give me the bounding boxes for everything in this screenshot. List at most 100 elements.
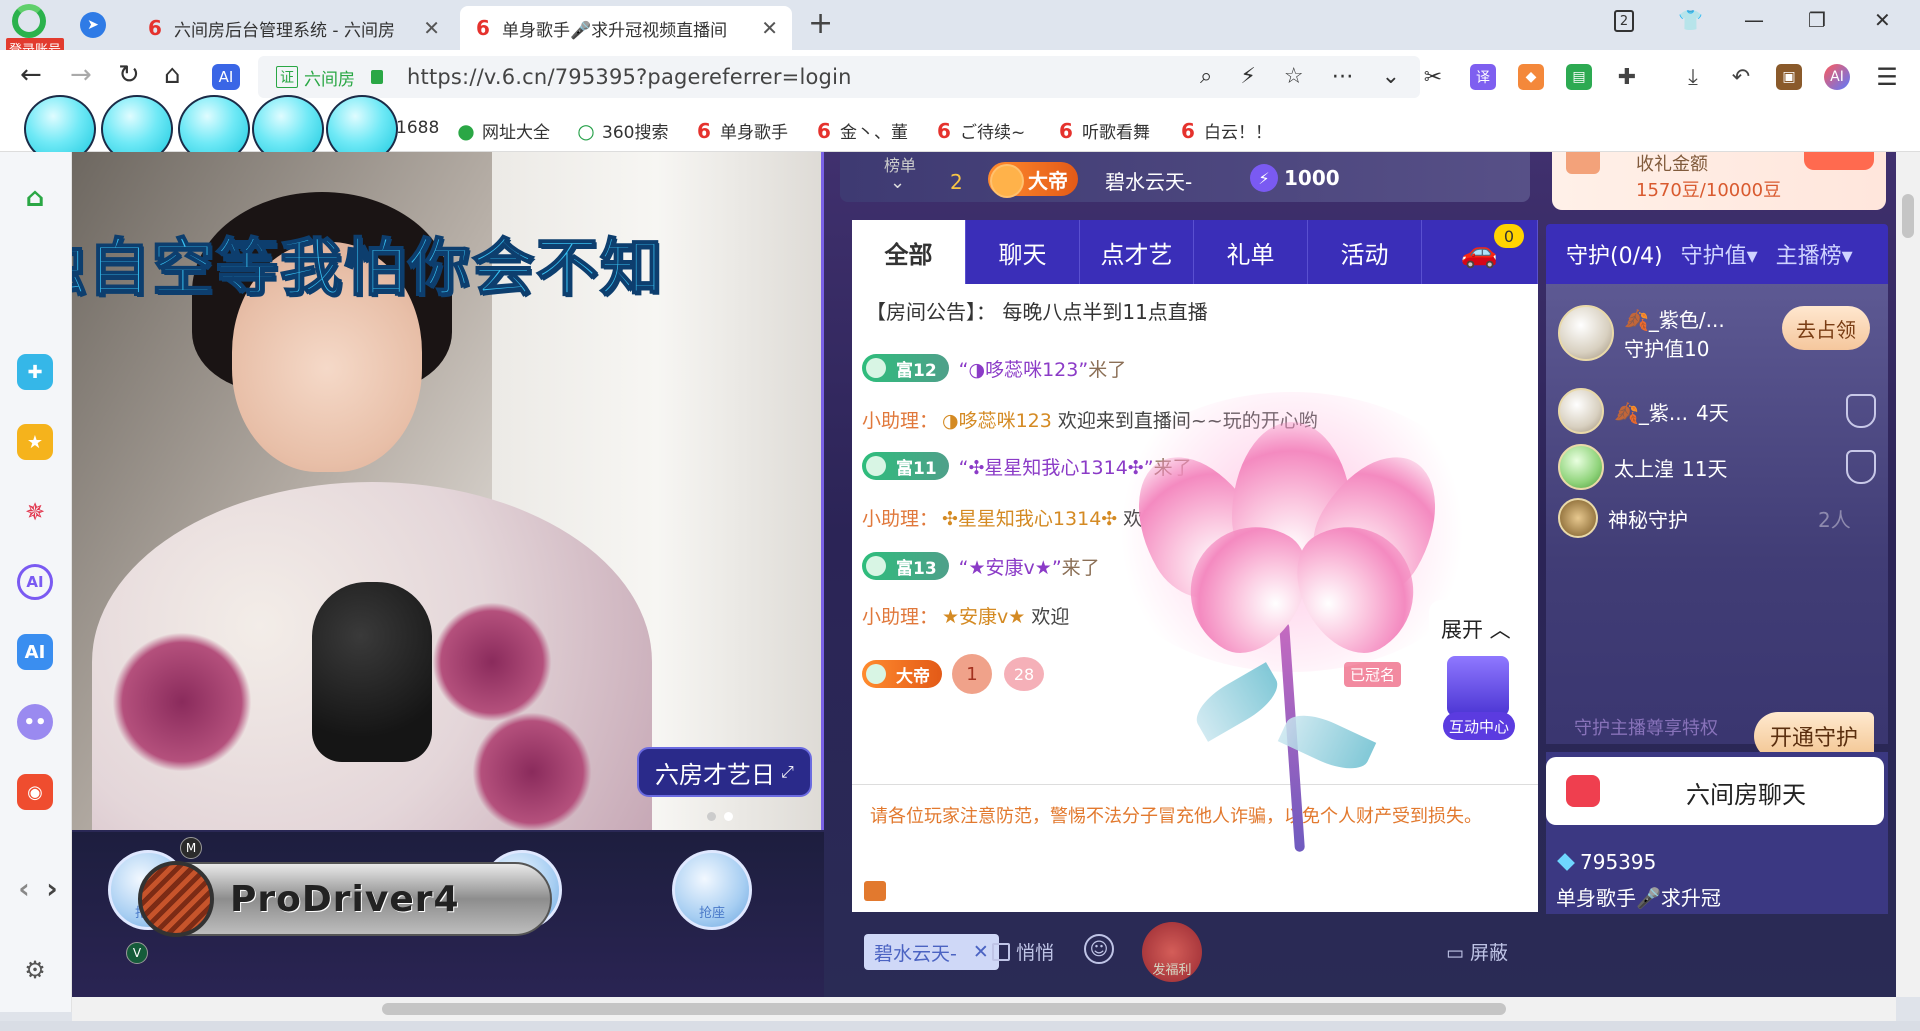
- rank-bar[interactable]: 榜单 ⌄ 2 大帝 碧水云天- ⚡ 1000: [840, 152, 1530, 202]
- tab-guard-value[interactable]: 守护值▾: [1681, 238, 1758, 270]
- ai-ext-icon[interactable]: AI: [1824, 64, 1850, 90]
- ai-square-icon[interactable]: AI: [17, 634, 53, 670]
- forward-button[interactable]: →: [70, 60, 92, 90]
- star-app-icon[interactable]: ★: [17, 424, 53, 460]
- guard-name[interactable]: 🍂_紫色/...: [1624, 304, 1725, 333]
- home-icon[interactable]: ⌂: [17, 180, 53, 216]
- cert-name[interactable]: 六间房: [304, 65, 355, 90]
- emoji-icon[interactable]: ☺: [1084, 934, 1114, 964]
- income-card[interactable]: 收礼金额 1570豆/10000豆: [1552, 152, 1886, 210]
- list-item[interactable]: 小助理： ✣星星知我心1314✣ 欢迎来到直播间~~玩的开心哟: [862, 504, 1383, 531]
- guard-name[interactable]: 太上湟: [1614, 453, 1674, 482]
- video-player[interactable]: 独自空等我怕你会不知 六房才艺日 ⤢: [72, 152, 824, 830]
- extensions-icon[interactable]: ✚: [1614, 64, 1640, 90]
- notes-ext-icon[interactable]: ▤: [1566, 64, 1592, 90]
- list-item[interactable]: 🍂_紫色/... 守护值10: [1558, 304, 1725, 362]
- tab-close-icon[interactable]: ✕: [423, 16, 440, 40]
- home-button[interactable]: ⌂: [164, 60, 181, 90]
- chat-bot-icon[interactable]: ••: [17, 704, 53, 740]
- briefcase-icon[interactable]: ▣: [1776, 64, 1802, 90]
- horizontal-scrollbar[interactable]: [72, 997, 1896, 1021]
- shirt-icon[interactable]: 👕: [1678, 8, 1703, 32]
- vertical-scrollbar[interactable]: [1896, 152, 1920, 997]
- username[interactable]: ◑哆蕊咪123: [942, 406, 1052, 433]
- tab-events[interactable]: 活动: [1308, 220, 1422, 284]
- back-button[interactable]: ←: [20, 60, 42, 90]
- bookmark-item[interactable]: 6 金丶、董: [814, 118, 908, 144]
- bookmark-item[interactable]: 1688: [396, 118, 439, 138]
- list-item[interactable]: 大帝 1 28 已冠名: [862, 654, 1402, 694]
- graph-app-icon[interactable]: ✵: [17, 494, 53, 530]
- avatar[interactable]: [1558, 388, 1604, 434]
- avatar[interactable]: [1558, 444, 1604, 490]
- browser-logo[interactable]: 登录账号: [6, 4, 65, 59]
- undo-icon[interactable]: ↶: [1728, 64, 1754, 90]
- minimize-button[interactable]: —: [1744, 8, 1764, 32]
- telegram-icon[interactable]: ➤: [80, 12, 106, 38]
- bookmark-item[interactable]: ● 网址大全: [456, 118, 550, 144]
- bookmark-item[interactable]: 6 ご待续~: [934, 118, 1025, 144]
- new-tab-button[interactable]: +: [808, 6, 833, 41]
- scissors-icon[interactable]: ✂: [1420, 64, 1446, 90]
- avatar[interactable]: [1558, 305, 1614, 361]
- block-button[interactable]: ▭ 屏蔽: [1446, 938, 1508, 965]
- restore-button[interactable]: ❐: [1808, 8, 1826, 32]
- tab-guard[interactable]: 守护(0/4): [1566, 238, 1663, 270]
- list-item[interactable]: 富13 “★安康v★” 来了: [862, 552, 1100, 580]
- tab-car[interactable]: 🚗 0: [1422, 220, 1538, 284]
- ai-assistant-button[interactable]: AI: [212, 64, 240, 90]
- bookmark-item[interactable]: 6 听歌看舞: [1056, 118, 1150, 144]
- list-item[interactable]: 富12 “◑哆蕊咪123” 米了: [862, 354, 1126, 382]
- zoom-icon[interactable]: ⌕: [1200, 64, 1212, 89]
- chevron-down-icon[interactable]: ⌄: [890, 172, 905, 193]
- list-item[interactable]: 小助理： ◑哆蕊咪123 欢迎来到直播间~~玩的开心哟: [862, 406, 1318, 433]
- list-item[interactable]: 太上湟 11天: [1558, 444, 1727, 490]
- star-icon[interactable]: ☆: [1284, 64, 1304, 89]
- tab-gifts[interactable]: 礼单: [1194, 220, 1308, 284]
- username[interactable]: ★安康v★: [942, 602, 1025, 629]
- more-icon[interactable]: ⋯: [1332, 64, 1354, 89]
- recipient-chip[interactable]: 碧水云天- ✕: [864, 934, 999, 970]
- speaker-icon[interactable]: [864, 881, 886, 901]
- username[interactable]: “◑哆蕊咪123”: [959, 355, 1089, 382]
- tab-chat[interactable]: 聊天: [966, 220, 1080, 284]
- carousel-dot[interactable]: [707, 812, 716, 821]
- seat-slot[interactable]: 抢座: [672, 850, 752, 930]
- tab-all[interactable]: 全部: [852, 220, 966, 284]
- tab-talent[interactable]: 点才艺: [1080, 220, 1194, 284]
- list-item[interactable]: 神秘守护 2人: [1558, 498, 1851, 538]
- guard-name[interactable]: 🍂_紫...: [1614, 397, 1688, 426]
- list-item[interactable]: 🍂_紫... 4天: [1558, 388, 1729, 434]
- bookmark-item[interactable]: ○ 360搜索: [576, 118, 668, 144]
- red-packet-button[interactable]: 发福利: [1142, 922, 1202, 982]
- settings-icon[interactable]: ⚙: [17, 952, 53, 988]
- list-item[interactable]: 小助理： ★安康v★ 欢迎: [862, 602, 1069, 629]
- guard-name[interactable]: 神秘守护: [1608, 504, 1688, 533]
- chevron-down-icon[interactable]: ⌄: [1382, 64, 1400, 89]
- ai-circle-icon[interactable]: AI: [17, 564, 53, 600]
- lock-icon[interactable]: [371, 70, 383, 84]
- menu-icon[interactable]: ☰: [1874, 63, 1900, 91]
- checkbox-icon[interactable]: [992, 942, 1010, 961]
- lightning-icon[interactable]: ⚡: [1240, 64, 1255, 89]
- translate-icon[interactable]: 译: [1470, 64, 1496, 90]
- six-chat-button[interactable]: 六间房聊天: [1546, 757, 1884, 825]
- bookmark-item[interactable]: 6 单身歌手: [694, 118, 788, 144]
- close-window-button[interactable]: ✕: [1874, 8, 1891, 32]
- carousel-dot[interactable]: [724, 812, 733, 821]
- game-controller-icon[interactable]: ◉: [17, 774, 53, 810]
- window-count-badge[interactable]: 2: [1614, 10, 1634, 32]
- plus-app-icon[interactable]: ✚: [17, 354, 53, 390]
- carousel-dots[interactable]: [707, 812, 733, 821]
- talent-day-badge[interactable]: 六房才艺日 ⤢: [637, 747, 812, 797]
- username[interactable]: ✣星星知我心1314✣: [942, 504, 1117, 531]
- tab-live-room[interactable]: 6 单身歌手🎤求升冠视频直播间 ✕: [460, 6, 792, 50]
- username[interactable]: “★安康v★”: [959, 553, 1062, 580]
- sidebar-next-button[interactable]: ›: [34, 870, 70, 906]
- tab-admin[interactable]: 6 六间房后台管理系统 - 六间房 ✕: [132, 6, 454, 50]
- game-ext-icon[interactable]: ◆: [1518, 64, 1544, 90]
- download-icon[interactable]: ⤓: [1680, 64, 1706, 90]
- list-item[interactable]: 富11 “✣星星知我心1314✣” 来了: [862, 452, 1192, 480]
- rank-user[interactable]: 碧水云天-: [1105, 166, 1192, 195]
- expand-button[interactable]: 展开 ︿: [1441, 614, 1511, 644]
